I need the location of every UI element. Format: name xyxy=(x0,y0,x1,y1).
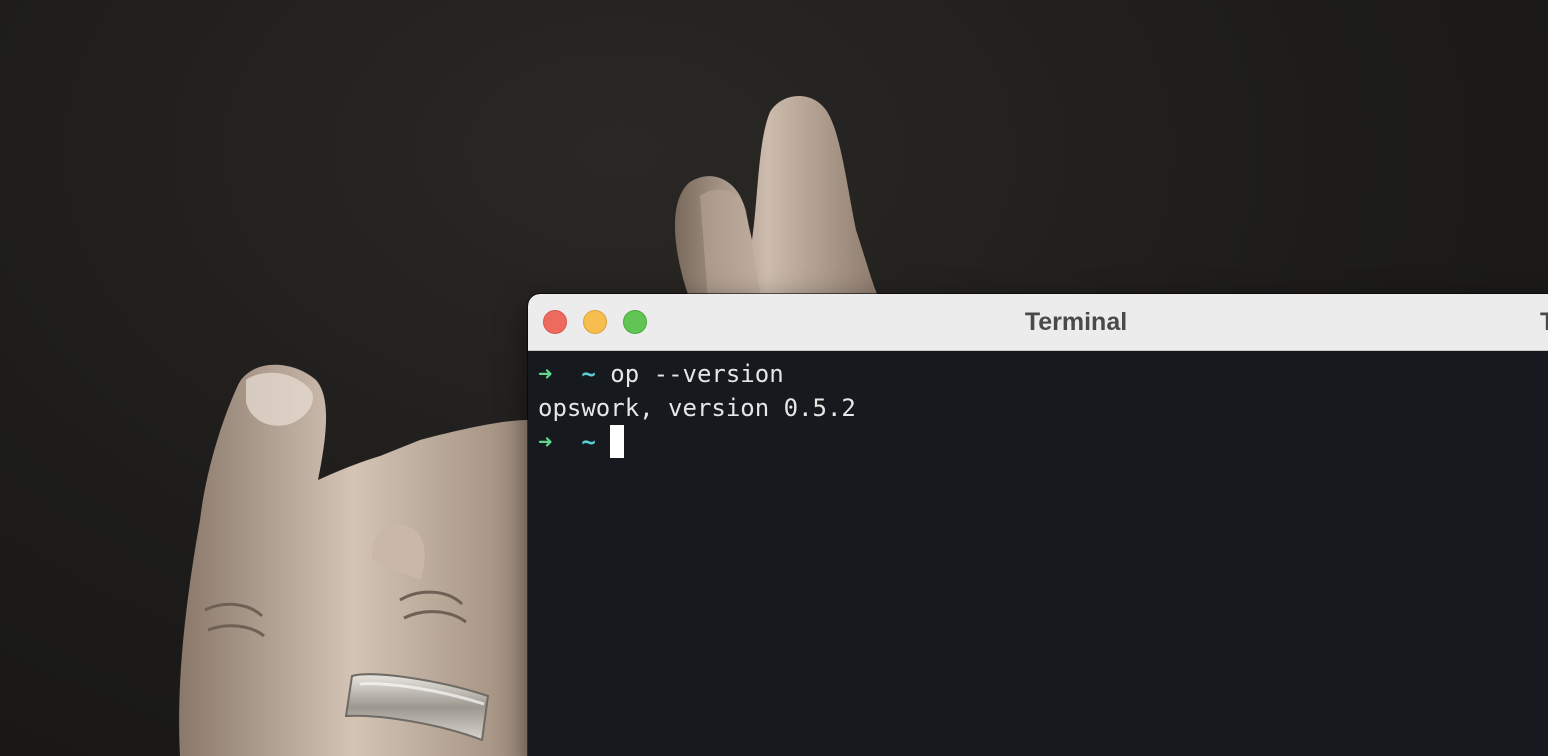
text-cursor xyxy=(610,425,625,458)
prompt-directory: ~ xyxy=(581,360,596,388)
prompt-arrow-icon: ➜ xyxy=(538,428,553,456)
terminal-window: Terminal T ➜ ~ op --version opswork, ver… xyxy=(528,294,1548,756)
terminal-line: ➜ ~ xyxy=(538,425,1548,459)
prompt-arrow-icon: ➜ xyxy=(538,360,553,388)
window-title: Terminal xyxy=(1024,308,1128,336)
window-title-overflow: T xyxy=(1540,308,1548,336)
prompt-directory: ~ xyxy=(581,428,596,456)
title-bar[interactable]: Terminal T xyxy=(528,294,1548,351)
command-output: opswork, version 0.5.2 xyxy=(538,394,856,422)
command-text: op --version xyxy=(610,360,784,388)
desktop: Terminal T ➜ ~ op --version opswork, ver… xyxy=(0,0,1548,756)
terminal-output-area[interactable]: ➜ ~ op --version opswork, version 0.5.2 … xyxy=(528,351,1548,756)
terminal-line: opswork, version 0.5.2 xyxy=(538,391,1548,425)
terminal-line: ➜ ~ op --version xyxy=(538,357,1548,391)
